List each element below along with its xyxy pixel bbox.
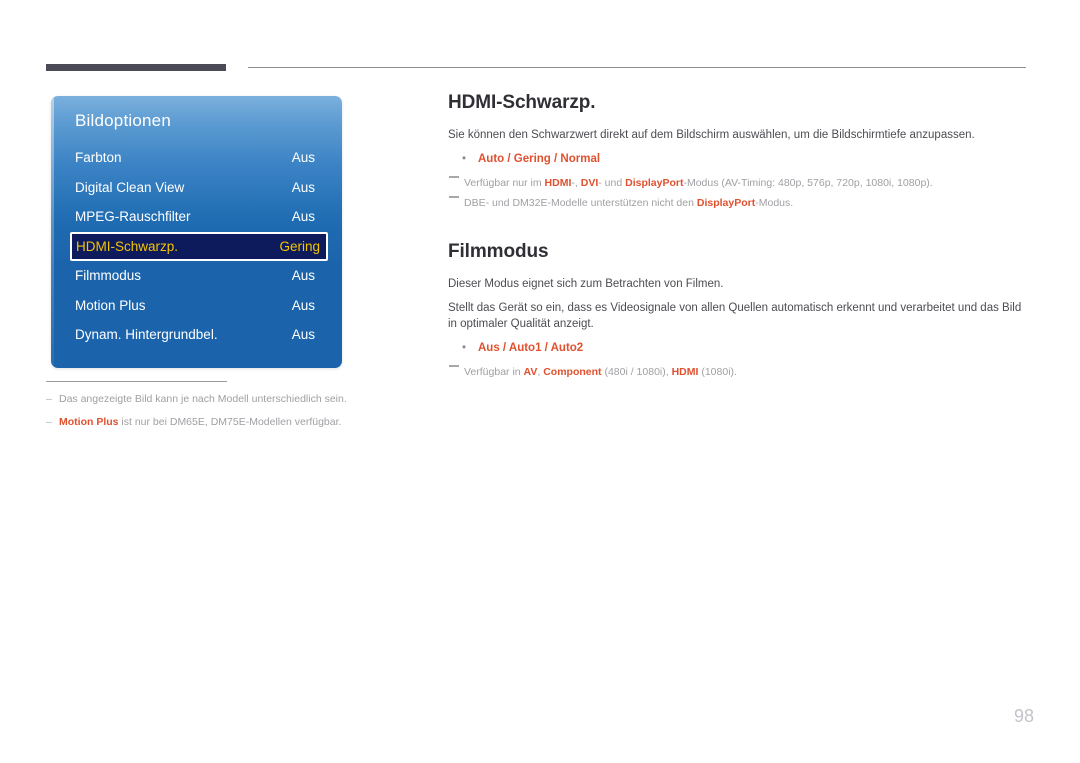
osd-row[interactable]: Farbton Aus (51, 143, 342, 172)
note-text: (1080i). (698, 366, 737, 378)
option-bullet-line: • Auto / Gering / Normal (448, 151, 1026, 167)
osd-panel-title: Bildoptionen (75, 111, 171, 130)
note-term: HDMI (671, 366, 699, 378)
bullet-dot-icon: • (462, 153, 467, 165)
option-values: Aus / Auto1 / Auto2 (478, 342, 584, 354)
osd-row-value: Aus (291, 209, 315, 224)
note-text: (480i / 1080i), (601, 366, 672, 378)
osd-row-label: Farbton (75, 150, 122, 165)
osd-row-value: Aus (291, 297, 315, 313)
osd-row[interactable]: Dynam. Hintergrundbel. Aus (51, 320, 342, 349)
header-rule-thick (46, 64, 226, 71)
footnote-divider (46, 381, 227, 382)
content-column: HDMI-Schwarzp. Sie können den Schwarzwert… (448, 92, 1026, 384)
note-term: DisplayPort (696, 197, 756, 209)
osd-row[interactable]: MPEG-Rauschfilter Aus (51, 202, 342, 231)
footnote-term: Motion Plus (59, 416, 119, 428)
osd-row[interactable]: Digital Clean View Aus (51, 173, 342, 202)
note-line: DBE- und DM32E-Modelle unterstützen nich… (448, 195, 1026, 211)
note-dash-icon (449, 176, 459, 178)
header-rules (46, 64, 1026, 74)
note-term: AV (523, 366, 538, 378)
option-bullet-line: • Aus / Auto1 / Auto2 (448, 340, 1026, 356)
note-text: -Modus (AV-Timing: 480p, 576p, 720p, 108… (683, 177, 933, 189)
osd-row[interactable]: Motion Plus Aus (51, 291, 342, 320)
section-paragraph: Stellt das Gerät so ein, dass es Videosi… (448, 302, 1022, 330)
osd-row-value: Aus (291, 179, 315, 195)
osd-row-selected[interactable]: HDMI-Schwarzp. Gering (70, 231, 328, 261)
note-line: Verfügbar nur im HDMI-, DVI- und Display… (448, 175, 1026, 191)
footnote-dash-icon: – (46, 416, 52, 428)
footnote-dash-icon: – (46, 393, 52, 405)
osd-menu-panel: Bildoptionen Farbton Aus Digital Clean Vie… (51, 96, 342, 368)
osd-row[interactable]: Filmmodus Aus (51, 261, 342, 290)
osd-row-label: MPEG-Rauschfilter (75, 209, 191, 224)
note-term: Component (543, 366, 602, 378)
note-term: HDMI (544, 177, 572, 189)
osd-row-value: Aus (291, 268, 315, 283)
header-rule-thin (248, 67, 1026, 68)
note-text: - und (598, 177, 626, 189)
footnote-text: ist nur bei DM65E, DM75E-Modellen verfüg… (118, 416, 342, 428)
note-line: Verfügbar in AV, Component (480i / 1080i… (448, 364, 1026, 380)
note-text: Verfügbar in (464, 366, 524, 378)
osd-row-label: Motion Plus (75, 297, 146, 313)
footnote-text: Das angezeigte Bild kann je nach Modell … (59, 393, 347, 405)
footnote-item: – Motion Plus ist nur bei DM65E, DM75E-Mo… (46, 415, 376, 430)
section-paragraph: Dieser Modus eignet sich zum Betrachten … (448, 278, 724, 290)
osd-row-label: Digital Clean View (75, 179, 185, 195)
bullet-dot-icon: • (462, 342, 467, 354)
note-term: DisplayPort (625, 177, 684, 189)
osd-row-value: Aus (291, 150, 315, 165)
option-values: Auto / Gering / Normal (478, 153, 601, 165)
note-dash-icon (449, 365, 459, 367)
osd-row-value: Aus (291, 327, 315, 342)
note-text: DBE- und DM32E-Modelle unterstützen nich… (464, 197, 697, 209)
note-text: -, (571, 177, 581, 189)
note-term: DVI (580, 177, 599, 189)
section-paragraph: Sie können den Schwarzwert direkt auf de… (448, 129, 975, 141)
page-number: 98 (1013, 706, 1034, 726)
note-text: Verfügbar nur im (464, 177, 545, 189)
note-text: -Modus. (755, 197, 794, 209)
osd-row-label: HDMI-Schwarzp. (76, 238, 179, 254)
osd-row-label: Filmmodus (75, 268, 142, 283)
note-dash-icon (449, 196, 459, 198)
section-title: HDMI-Schwarzp. (448, 92, 596, 113)
footnote-list: – Das angezeigte Bild kann je nach Modell… (46, 392, 376, 438)
section-title: Filmmodus (448, 241, 549, 262)
osd-row-label: Dynam. Hintergrundbel. (75, 327, 218, 342)
footnote-item: – Das angezeigte Bild kann je nach Modell… (46, 392, 376, 407)
osd-row-value: Gering (279, 238, 320, 254)
osd-menu-list: Farbton Aus Digital Clean View Aus MPEG-Raus… (51, 143, 342, 350)
